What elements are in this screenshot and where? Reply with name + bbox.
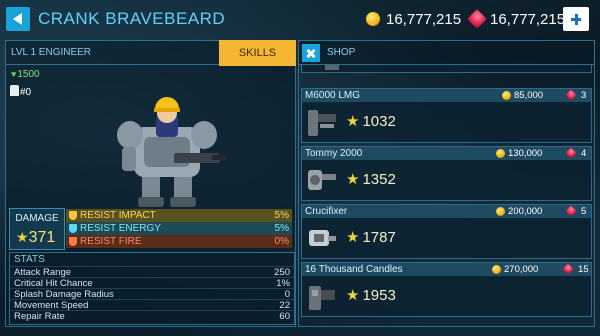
candles-weapon-icon <box>309 286 335 310</box>
resist-energy-label: RESIST ENERGY <box>80 223 161 234</box>
resist-fire-label: RESIST FIRE <box>80 236 142 247</box>
skills-button[interactable]: SKILLS <box>219 40 296 66</box>
tommy-gun-weapon-icon <box>308 170 336 190</box>
damage-value-row: ★371 <box>16 229 55 247</box>
item-gem-cost: 5 <box>581 206 587 217</box>
item-power-value: 1352 <box>362 171 396 188</box>
item-gem-cost: 3 <box>581 90 587 101</box>
resist-energy-row: RESIST ENERGY 5% <box>66 222 292 235</box>
back-button[interactable] <box>6 7 30 31</box>
robot-icon <box>10 85 19 96</box>
shop-label: SHOP <box>327 47 356 58</box>
stat-row: Movement Speed 22 <box>10 299 294 311</box>
shop-header: SHOP <box>298 40 595 65</box>
add-currency-button[interactable] <box>563 7 589 31</box>
stat-value: 60 <box>279 311 290 322</box>
gem-balance: 16,777,215 <box>490 11 566 28</box>
shop-item[interactable]: Tommy 2000 130,000 4 ★ 1352 <box>301 146 592 201</box>
shop-item[interactable]: Crucifixer 200,000 5 ★ 1787 <box>301 204 592 259</box>
item-power: ★ 1032 <box>346 112 396 130</box>
star-icon: ★ <box>346 287 360 304</box>
item-price: 130,000 <box>508 148 543 159</box>
fire-shield-icon <box>69 237 77 246</box>
hero-panel: LVL 1 ENGINEER SKILLS ♥1500 #0 DAMAGE ★3… <box>5 40 296 327</box>
stat-name: Repair Rate <box>14 311 65 322</box>
star-icon: ★ <box>16 229 29 245</box>
close-shop-button[interactable] <box>302 44 320 62</box>
impact-shield-icon <box>69 211 77 220</box>
item-price: 270,000 <box>504 264 539 275</box>
star-icon: ★ <box>346 113 360 130</box>
unit-count: #0 <box>10 85 31 98</box>
star-icon: ★ <box>346 171 360 188</box>
item-price: 85,000 <box>514 90 544 101</box>
coin-icon <box>496 149 505 158</box>
resist-impact-row: RESIST IMPACT 5% <box>66 209 292 222</box>
item-name: Tommy 2000 <box>305 148 363 159</box>
resist-fire-row: RESIST FIRE 0% <box>66 235 292 248</box>
item-price: 200,000 <box>508 206 543 217</box>
lmg-weapon-icon <box>308 110 336 136</box>
item-name: Crucifixer <box>305 206 348 217</box>
shop-item[interactable]: 16 Thousand Candles 270,000 15 ★ 1953 <box>301 262 592 317</box>
coin-icon <box>492 265 501 274</box>
hp-value: 1500 <box>17 69 40 80</box>
heart-icon: ♥ <box>11 69 17 79</box>
stat-row: Critical Hit Chance 1% <box>10 277 294 289</box>
item-power-value: 1032 <box>362 113 396 130</box>
hero-robot-image <box>117 97 226 207</box>
crucifixer-weapon-icon <box>309 230 336 246</box>
item-gem-cost: 15 <box>578 264 589 275</box>
shop-list[interactable]: M6000 LMG 85,000 3 ★ 1032 Tommy 2000 130,… <box>298 65 595 327</box>
hero-class-label: LVL 1 ENGINEER <box>11 47 92 58</box>
energy-shield-icon <box>69 224 77 233</box>
item-gem-cost: 4 <box>581 148 587 159</box>
coin-balance: 16,777,215 <box>386 11 462 28</box>
hero-name: CRANK BRAVEBEARD <box>38 9 226 28</box>
stats-title: STATS <box>14 254 45 265</box>
item-power: ★ 1953 <box>346 286 396 304</box>
shop-item-partial[interactable] <box>301 65 592 73</box>
coin-icon <box>366 12 380 26</box>
star-icon: ★ <box>346 229 360 246</box>
item-name: 16 Thousand Candles <box>305 264 403 275</box>
item-power: ★ 1352 <box>346 170 396 188</box>
stat-row: Attack Range 250 <box>10 266 294 278</box>
resist-impact-label: RESIST IMPACT <box>80 210 156 221</box>
hp-display: ♥1500 <box>11 69 40 80</box>
coin-icon <box>502 91 511 100</box>
item-name: M6000 LMG <box>305 90 361 101</box>
item-power-value: 1787 <box>362 229 396 246</box>
damage-value: 371 <box>28 229 56 246</box>
resist-impact-value: 5% <box>274 210 289 221</box>
unit-count-value: #0 <box>20 87 32 98</box>
resist-fire-value: 0% <box>274 236 289 247</box>
shop-item[interactable]: M6000 LMG 85,000 3 ★ 1032 <box>301 88 592 143</box>
stat-row: Splash Damage Radius 0 <box>10 288 294 300</box>
resist-energy-value: 5% <box>274 223 289 234</box>
gem-icon <box>467 9 487 29</box>
damage-box: DAMAGE ★371 <box>9 208 65 250</box>
damage-label: DAMAGE <box>15 213 59 224</box>
stat-row: Repair Rate 60 <box>10 310 294 322</box>
class-header: LVL 1 ENGINEER SKILLS <box>6 40 296 66</box>
coin-icon <box>496 207 505 216</box>
stats-box: STATS Attack Range 250 Critical Hit Chan… <box>9 252 295 325</box>
top-bar: CRANK BRAVEBEARD 16,777,215 16,777,215 <box>0 0 600 40</box>
item-power: ★ 1787 <box>346 228 396 246</box>
item-power-value: 1953 <box>362 287 396 304</box>
